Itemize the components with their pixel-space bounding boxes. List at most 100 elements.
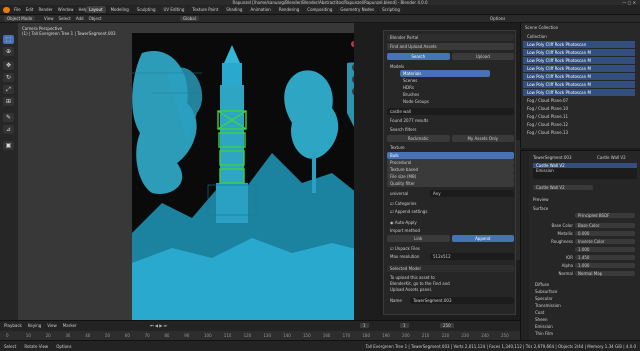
auto-apply-toggle[interactable]: ◉ Auto-Apply [387, 219, 514, 226]
menu-render[interactable]: Render [38, 7, 52, 12]
menu-add[interactable]: Add [76, 16, 84, 21]
tab-animation[interactable]: Animation [247, 6, 274, 13]
preview-section[interactable]: Preview [533, 197, 549, 202]
outliner-row[interactable]: Collection [523, 33, 635, 40]
property-section[interactable]: Thin Film [535, 331, 635, 336]
option-procedural[interactable]: Procedural [387, 159, 514, 166]
menu-object[interactable]: Object [89, 16, 102, 21]
tab-my-assets[interactable]: My Assets Only [451, 135, 514, 142]
outliner-row[interactable]: Fog / Cloud Plane.07 [523, 97, 635, 104]
tab-upload[interactable]: Upload [451, 53, 514, 60]
tab-sculpting[interactable]: Sculpting [133, 6, 159, 13]
move-tool-icon[interactable]: ✥ [3, 61, 14, 70]
surface-shader-field[interactable]: Principled BSDF [575, 213, 635, 218]
category-models[interactable]: Find and Upload Assets [387, 43, 514, 50]
annotate-tool-icon[interactable]: ✎ [3, 113, 14, 122]
property-section[interactable]: Emission [535, 324, 635, 329]
property-section[interactable]: Coat [535, 310, 635, 315]
outliner-row[interactable]: Low Poly Cliff Rock Photoscan M [523, 65, 635, 72]
menu-keying[interactable]: Keying [28, 323, 41, 328]
end-frame-field[interactable]: 250 [440, 323, 454, 328]
menu-view[interactable]: View [44, 16, 54, 21]
category-item[interactable]: Models [387, 63, 514, 70]
category-item[interactable]: Brushes [400, 91, 490, 98]
outliner-row[interactable]: Low Poly Cliff Rock Photoscan M [523, 89, 635, 96]
options-dropdown[interactable]: Options [490, 16, 505, 21]
option-texture-based[interactable]: Texture based [387, 166, 514, 173]
property-value[interactable]: 1.000 [575, 247, 635, 252]
property-section[interactable]: Transmission [535, 303, 635, 308]
property-section[interactable]: Subsurface [535, 289, 635, 294]
outliner-row[interactable]: Fog / Cloud Plane.10 [523, 105, 635, 112]
menu-edit[interactable]: Edit [26, 7, 34, 12]
category-item[interactable]: Scenes [400, 77, 490, 84]
surface-section[interactable]: Surface [533, 206, 548, 211]
cursor-tool-icon[interactable]: ⊕ [3, 47, 14, 56]
measure-tool-icon[interactable]: ⊿ [3, 125, 14, 134]
property-value[interactable]: 1.450 [575, 255, 635, 260]
import-link[interactable]: Link [387, 235, 450, 242]
add-cube-tool-icon[interactable]: ▣ [3, 141, 14, 150]
category-item[interactable]: HDRs [400, 84, 490, 91]
tab-geometry-nodes[interactable]: Geometry Nodes [337, 6, 378, 13]
scale-tool-icon[interactable]: ⤢ [3, 85, 14, 94]
menu-playback[interactable]: Playback [4, 323, 22, 328]
search-input[interactable]: castle wall [387, 108, 514, 115]
camera-view-icon[interactable]: ⌂ [352, 87, 354, 96]
outliner-row[interactable]: Low Poly Cliff Rock Photoscan [523, 41, 635, 48]
option-file-size[interactable]: File size (MB) [387, 173, 514, 180]
rotate-tool-icon[interactable]: ↻ [3, 73, 14, 82]
universal-dropdown[interactable]: Any [430, 190, 514, 197]
asset-name-field[interactable]: TowerSegment.003 [410, 297, 514, 304]
append-settings-check[interactable]: ☑ Append settings [387, 208, 514, 215]
transform-orientation[interactable]: Global [180, 16, 199, 21]
option-bulk[interactable]: Bulk [387, 152, 514, 159]
property-value[interactable]: Normal Map [575, 271, 635, 276]
properties-tabs[interactable] [521, 151, 529, 341]
menu-view[interactable]: View [47, 323, 57, 328]
tab-layout[interactable]: Layout [86, 6, 106, 13]
selected-model-section[interactable]: Selected Model [387, 265, 514, 272]
transform-tool-icon[interactable]: ⊞ [3, 97, 14, 106]
tab-shading[interactable]: Shading [223, 6, 246, 13]
menu-window[interactable]: Window [58, 7, 74, 12]
start-frame-field[interactable]: 1 [400, 323, 409, 328]
outliner-row[interactable]: Low Poly Cliff Rock Photoscan M [523, 81, 635, 88]
category-item[interactable]: Materials [400, 70, 490, 77]
outliner-row[interactable]: Fog / Cloud Plane.12 [523, 121, 635, 128]
pan-icon[interactable]: ✋ [352, 75, 354, 84]
tab-search[interactable]: Search [387, 53, 450, 60]
property-value[interactable]: 1.000 [575, 263, 635, 268]
max-resolution-field[interactable]: 512x512 [430, 253, 514, 260]
outliner-row[interactable]: Fog / Cloud Plane.13 [523, 129, 635, 136]
tab-uv-editing[interactable]: UV Editing [160, 6, 188, 13]
tab-rockmatic[interactable]: Rockmatic [387, 135, 450, 142]
zoom-icon[interactable]: ⊕ [352, 63, 354, 72]
categories-check[interactable]: ☑ Categories [387, 200, 514, 207]
mode-dropdown[interactable]: Object Mode [4, 16, 36, 21]
tab-scripting[interactable]: Scripting [379, 6, 403, 13]
property-section[interactable]: Specular [535, 296, 635, 301]
menu-select[interactable]: Select [59, 16, 71, 21]
select-tool-icon[interactable]: ⬚ [3, 35, 14, 44]
gizmo-x-icon[interactable]: X [351, 41, 354, 47]
property-value[interactable]: Base Color [575, 223, 635, 228]
3d-viewport[interactable]: Camera Perspective (1) | Tall Evergreen … [18, 23, 354, 320]
outliner-row[interactable]: Low Poly Cliff Rock Photoscan M [523, 49, 635, 56]
material-selector[interactable]: Castle Wall V2 [533, 185, 593, 190]
option-quality-filter[interactable]: Quality filter [387, 180, 514, 187]
outliner-row[interactable]: Low Poly Cliff Rock Photoscan M [523, 57, 635, 64]
menu-marker[interactable]: Marker [63, 323, 77, 328]
property-section[interactable]: Sheen [535, 317, 635, 322]
tab-rendering[interactable]: Rendering [275, 6, 303, 13]
property-value[interactable]: Inverse Color [575, 239, 635, 244]
outliner-row[interactable]: Low Poly Cliff Rock Photoscan M [523, 73, 635, 80]
blender-logo-icon[interactable] [3, 7, 10, 13]
material-slot[interactable]: Emission [533, 168, 637, 173]
property-value[interactable]: 0.000 [575, 231, 635, 236]
unpack-files-check[interactable]: ☑ Unpack Files [387, 245, 514, 252]
category-item[interactable]: Node Groups [400, 98, 490, 105]
frame-ruler[interactable]: 0 10 20 30 40 50 60 70 80 90 100 110 120 130 140 150 160… [0, 331, 520, 340]
search-filters-section[interactable]: Search filters [387, 126, 514, 133]
import-append[interactable]: Append [451, 235, 514, 242]
